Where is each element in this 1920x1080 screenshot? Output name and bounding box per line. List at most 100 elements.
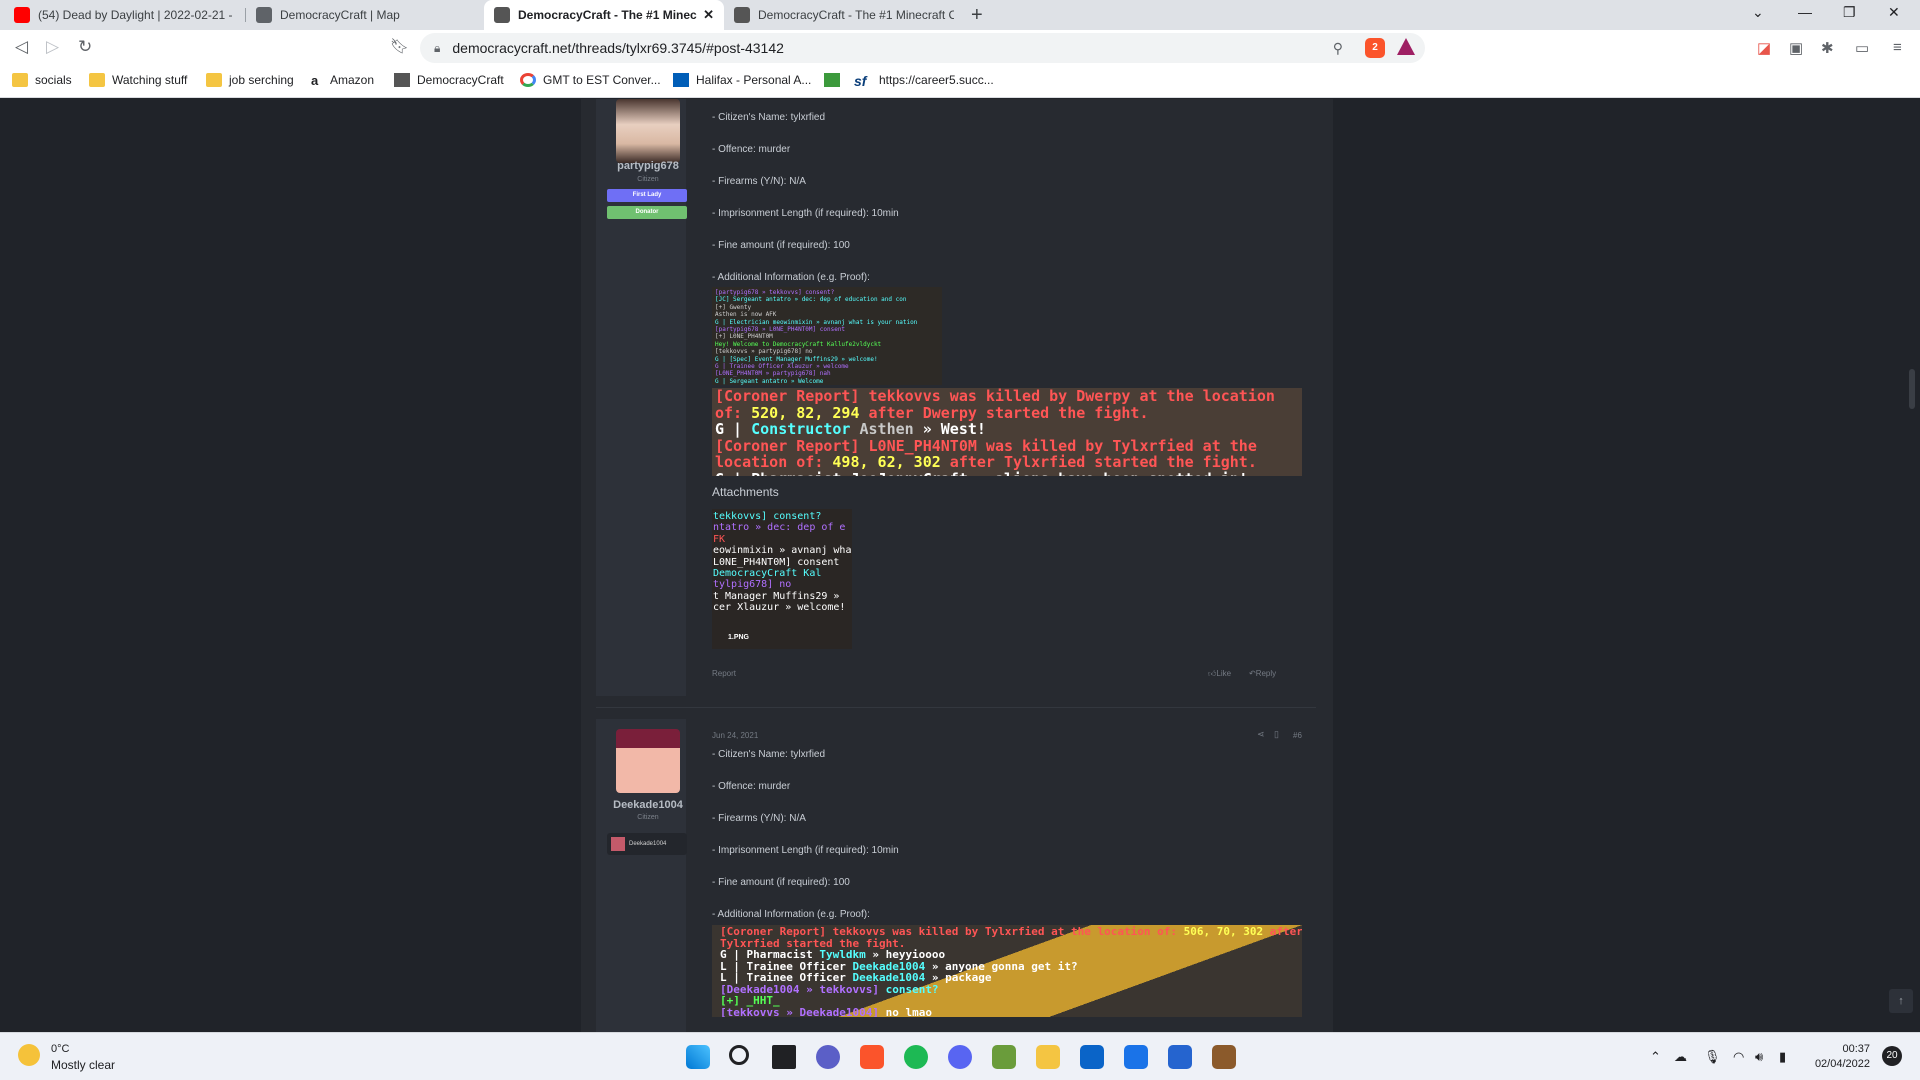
bookmark-icon[interactable]: 🔖︎ — [390, 37, 409, 55]
chat-segment: Asthen — [859, 420, 914, 438]
minimize-button[interactable]: — — [1798, 4, 1812, 20]
chat-line: G | Pharmacist JoeJonnyCraft » aliens ha… — [715, 470, 1299, 476]
microphone-icon[interactable]: 🎙︎ — [1704, 1049, 1721, 1065]
address-bar[interactable]: 🔒︎ democracycraft.net/threads/tylxr69.37… — [420, 33, 1425, 63]
chat-line: [Coroner Report] tekkovvs was killed by … — [715, 388, 1299, 405]
chat-screenshot-coroner-2[interactable]: [Coroner Report] tekkovvs was killed by … — [712, 925, 1302, 1017]
menu-icon[interactable]: ≡ — [1893, 39, 1902, 56]
post-number[interactable]: #6 — [1293, 731, 1302, 740]
weather-temp[interactable]: 0°C — [51, 1043, 69, 1055]
clock-time[interactable]: 00:37 — [1812, 1043, 1870, 1055]
url-text[interactable]: democracycraft.net/threads/tylxr69.3745/… — [452, 40, 784, 56]
page-scrollbar[interactable] — [1904, 99, 1920, 1032]
chat-screenshot-small[interactable]: [partypig678 » tekkovvs] consent? [JC] Se… — [712, 287, 942, 385]
bookmark-career5[interactable]: sf https://career5.succ... — [854, 73, 994, 89]
bookmark-job-serching[interactable]: job serching — [206, 73, 294, 87]
volume-icon[interactable]: 🔊︎ — [1755, 1049, 1763, 1065]
task-view-icon[interactable] — [772, 1045, 796, 1069]
bookmark-socials[interactable]: socials — [12, 73, 72, 87]
chat-line: [JC] Sergeant antatro » dec: dep of educ… — [715, 296, 907, 304]
badge-label: Deekade1004 — [629, 841, 667, 847]
scroll-to-top-button[interactable]: ↑ — [1889, 989, 1913, 1013]
reply-button[interactable]: ↶Reply — [1249, 669, 1276, 678]
brave-browser-icon[interactable] — [860, 1045, 884, 1069]
spotify-icon[interactable] — [904, 1045, 928, 1069]
onedrive-icon[interactable]: ☁ — [1674, 1049, 1687, 1065]
bookmark-halifax[interactable]: Halifax - Personal A... — [673, 73, 811, 87]
notification-badge[interactable]: 20 — [1882, 1046, 1902, 1066]
extension-icon[interactable]: ◪ — [1757, 39, 1771, 57]
attachment-thumbnail[interactable]: tekkovvs] consent? ntatro » dec: dep of e… — [712, 509, 852, 649]
bookmark-democracycraft[interactable]: DemocracyCraft — [394, 73, 504, 87]
search-icon[interactable] — [729, 1045, 749, 1065]
chat-screenshot-coroner[interactable]: [Coroner Report] tekkovvs was killed by … — [712, 388, 1302, 476]
avatar[interactable] — [616, 99, 680, 163]
tab-democracycraft-active[interactable]: DemocracyCraft - The #1 Minecraft Ci ✕ — [484, 0, 724, 30]
calendar-icon[interactable] — [1124, 1045, 1148, 1069]
democracycraft-icon — [494, 7, 510, 23]
todo-icon[interactable] — [1168, 1045, 1192, 1069]
post: partypig678 Citizen First Lady Donator -… — [596, 99, 1316, 699]
file-explorer-icon[interactable] — [1036, 1045, 1060, 1069]
tab-democracycraft[interactable]: DemocracyCraft - The #1 Minecraft Ci — [724, 0, 964, 30]
bookmark-gmt-to-est[interactable]: GMT to EST Conver... — [520, 73, 661, 87]
show-hidden-icons[interactable]: ⌃ — [1650, 1049, 1661, 1065]
battery-icon[interactable]: ▮ — [1779, 1049, 1786, 1065]
tab-title: DemocracyCraft - The #1 Minecraft Ci — [518, 8, 697, 22]
chat-line: tekkovvs] consent? — [713, 511, 822, 522]
clock-date[interactable]: 02/04/2022 — [1812, 1058, 1870, 1070]
weather-desc[interactable]: Mostly clear — [51, 1058, 115, 1072]
halifax-icon — [673, 73, 689, 87]
username[interactable]: Deekade1004 — [596, 799, 700, 811]
weather-moon-icon[interactable] — [18, 1044, 40, 1066]
bookmark-green[interactable] — [824, 73, 847, 87]
chat-segment: no lmao — [885, 1005, 932, 1017]
close-tab-icon[interactable]: ✕ — [703, 7, 714, 23]
zoom-icon[interactable]: ⚲ — [1333, 40, 1343, 57]
bookmark-post-icon[interactable]: ▯ — [1274, 729, 1279, 740]
post-line: - Firearms (Y/N): N/A — [712, 176, 806, 187]
reload-icon[interactable]: ↻ — [78, 37, 92, 57]
tab-search-icon[interactable]: ⌄ — [1752, 4, 1764, 21]
post-line: - Imprisonment Length (if required): 10m… — [712, 208, 899, 219]
bookmark-label: job serching — [229, 73, 294, 87]
extensions-puzzle-icon[interactable]: ✱ — [1821, 39, 1834, 57]
chat-line: G | Electrician meowinmixin » avnanj wha… — [715, 318, 918, 326]
brave-rewards-icon[interactable] — [1397, 38, 1415, 55]
extension-icon[interactable]: ▣ — [1789, 39, 1803, 57]
chat-segment: G | — [715, 420, 752, 438]
wifi-icon[interactable]: ◠ — [1733, 1049, 1744, 1065]
avatar[interactable] — [616, 729, 680, 793]
share-icon[interactable]: ⋖ — [1257, 729, 1265, 740]
restore-button[interactable]: ❐ — [1843, 4, 1856, 21]
post-date[interactable]: Jun 24, 2021 — [712, 731, 758, 740]
wallet-icon[interactable]: ▭ — [1855, 39, 1869, 57]
reply-label: Reply — [1255, 669, 1277, 678]
forward-icon[interactable]: ▷ — [46, 37, 59, 57]
bookmark-watching-stuff[interactable]: Watching stuff — [89, 73, 187, 87]
tab-youtube[interactable]: (54) Dead by Daylight | 2022-02-21 - Y — [4, 0, 244, 30]
mail-icon[interactable] — [1080, 1045, 1104, 1069]
user-title: Citizen — [637, 814, 659, 821]
bookmark-amazon[interactable]: a Amazon — [311, 73, 374, 88]
username[interactable]: partypig678 — [596, 160, 700, 172]
minecraft-launcher-icon[interactable] — [1212, 1045, 1236, 1069]
close-window-button[interactable]: ✕ — [1888, 4, 1900, 21]
minecraft-icon[interactable] — [992, 1045, 1016, 1069]
teams-chat-icon[interactable] — [816, 1045, 840, 1069]
back-icon[interactable]: ◁ — [15, 37, 28, 57]
scrollbar-thumb[interactable] — [1909, 369, 1915, 409]
tab-map[interactable]: DemocracyCraft | Map — [246, 0, 486, 30]
report-link[interactable]: Report — [712, 669, 736, 678]
new-tab-button[interactable]: + — [971, 4, 983, 27]
brave-shields-icon[interactable]: 2 — [1365, 38, 1385, 58]
user-title: Citizen — [637, 176, 659, 183]
post-line: - Firearms (Y/N): N/A — [712, 813, 806, 824]
chat-line: DemocracyCraft Kal — [713, 568, 822, 580]
chat-line: eowinmixin » avnanj wha — [713, 545, 852, 557]
discord-icon[interactable] — [948, 1045, 972, 1069]
chat-line: [partypig678 » tekkovvs] consent? — [715, 289, 835, 296]
windows-start-icon[interactable] — [686, 1045, 710, 1069]
like-button[interactable]: 👍︎Like — [1208, 669, 1231, 679]
user-badge: Deekade1004 — [607, 833, 687, 855]
